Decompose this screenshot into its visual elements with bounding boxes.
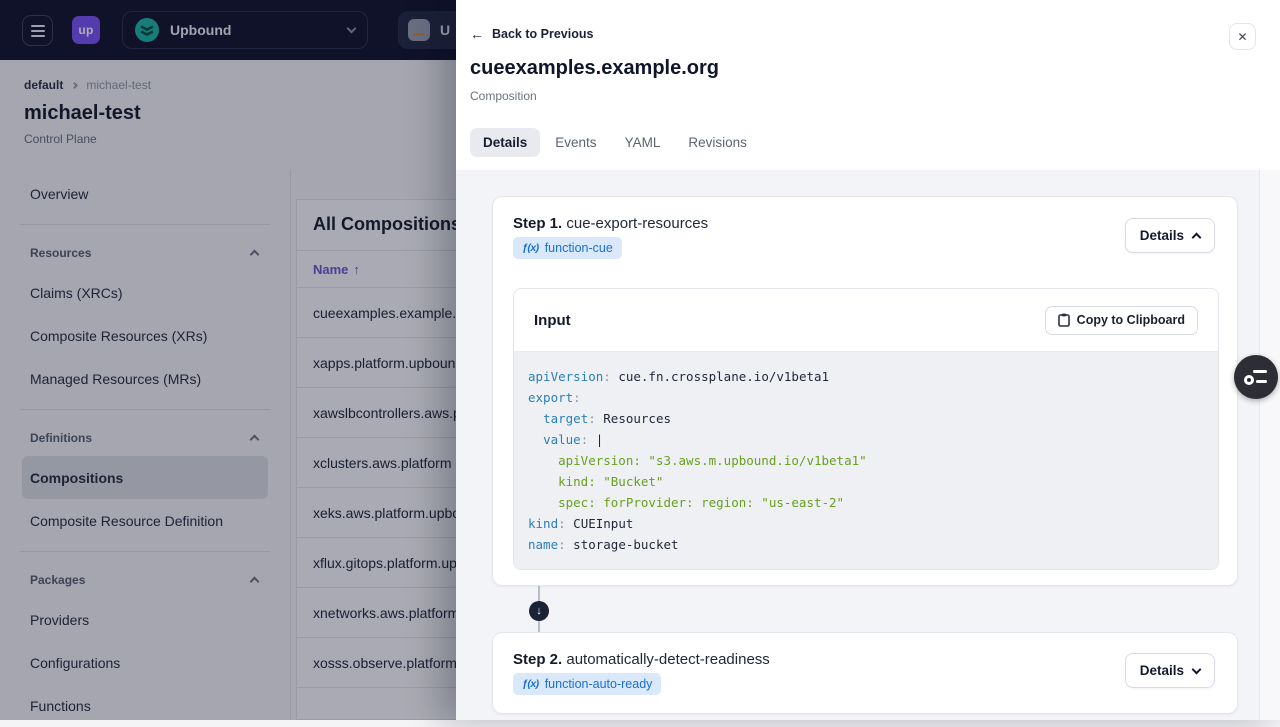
widget-list-icon <box>1253 370 1267 373</box>
code-line: name: storage-bucket <box>528 537 679 552</box>
fx-icon: ƒ(x) <box>522 242 539 254</box>
step-1-details-button[interactable]: Details <box>1124 218 1215 253</box>
code-line: kind: CUEInput <box>528 516 634 531</box>
step-1-title: Step 1. cue-export-resources <box>513 215 709 232</box>
back-to-previous-link[interactable]: ← Back to Previous <box>470 27 593 41</box>
drawer-scrollbar[interactable] <box>1259 170 1280 720</box>
tab-yaml[interactable]: YAML <box>612 128 674 157</box>
input-panel: Input Copy to Clipboard apiVersion: cue.… <box>513 288 1219 570</box>
code-line: export: <box>528 390 581 405</box>
step-2-title: Step 2. automatically-detect-readiness <box>513 651 770 668</box>
chevron-down-icon <box>1191 664 1202 674</box>
tab-events[interactable]: Events <box>542 128 609 157</box>
yaml-code-block: apiVersion: cue.fn.crossplane.io/v1beta1… <box>514 352 1218 569</box>
drawer-title: cueexamples.example.org <box>470 57 720 79</box>
pipeline-step-card-1: Step 1. cue-export-resources ƒ(x) functi… <box>492 196 1238 586</box>
close-button[interactable]: ✕ <box>1229 23 1256 50</box>
widget-launcher-button[interactable] <box>1234 355 1278 399</box>
code-line: target: Resources <box>543 411 672 426</box>
code-line: spec: forProvider: region: "us-east-2" <box>528 495 845 510</box>
step-2-details-button[interactable]: Details <box>1124 653 1215 688</box>
code-line: value: | <box>543 432 604 447</box>
drawer-content: Step 1. cue-export-resources ƒ(x) functi… <box>456 170 1280 720</box>
chevron-up-icon <box>1191 232 1202 243</box>
tab-revisions[interactable]: Revisions <box>675 128 760 157</box>
drawer-subtitle: Composition <box>470 89 537 103</box>
close-icon: ✕ <box>1237 29 1248 44</box>
back-arrow-icon: ← <box>470 26 484 42</box>
code-line: kind: "Bucket" <box>528 474 664 489</box>
drawer-tabs: Details Events YAML Revisions <box>470 128 760 157</box>
pipeline-connector-node[interactable]: ↓ <box>529 601 549 621</box>
clipboard-icon <box>1057 313 1070 327</box>
input-panel-header: Input Copy to Clipboard <box>514 289 1218 352</box>
fx-icon: ƒ(x) <box>522 678 539 690</box>
code-line: apiVersion: cue.fn.crossplane.io/v1beta1 <box>528 369 830 384</box>
input-panel-title: Input <box>534 311 571 329</box>
pipeline-step-card-2: Step 2. automatically-detect-readiness ƒ… <box>492 632 1238 714</box>
code-line: apiVersion: "s3.aws.m.upbound.io/v1beta1… <box>528 453 867 468</box>
function-badge[interactable]: ƒ(x) function-cue <box>513 237 622 259</box>
arrow-down-icon: ↓ <box>536 605 542 617</box>
copy-to-clipboard-button[interactable]: Copy to Clipboard <box>1044 305 1198 335</box>
composition-detail-drawer: ← Back to Previous ✕ cueexamples.example… <box>456 0 1280 720</box>
function-badge[interactable]: ƒ(x) function-auto-ready <box>513 673 662 695</box>
tab-details[interactable]: Details <box>470 128 541 157</box>
